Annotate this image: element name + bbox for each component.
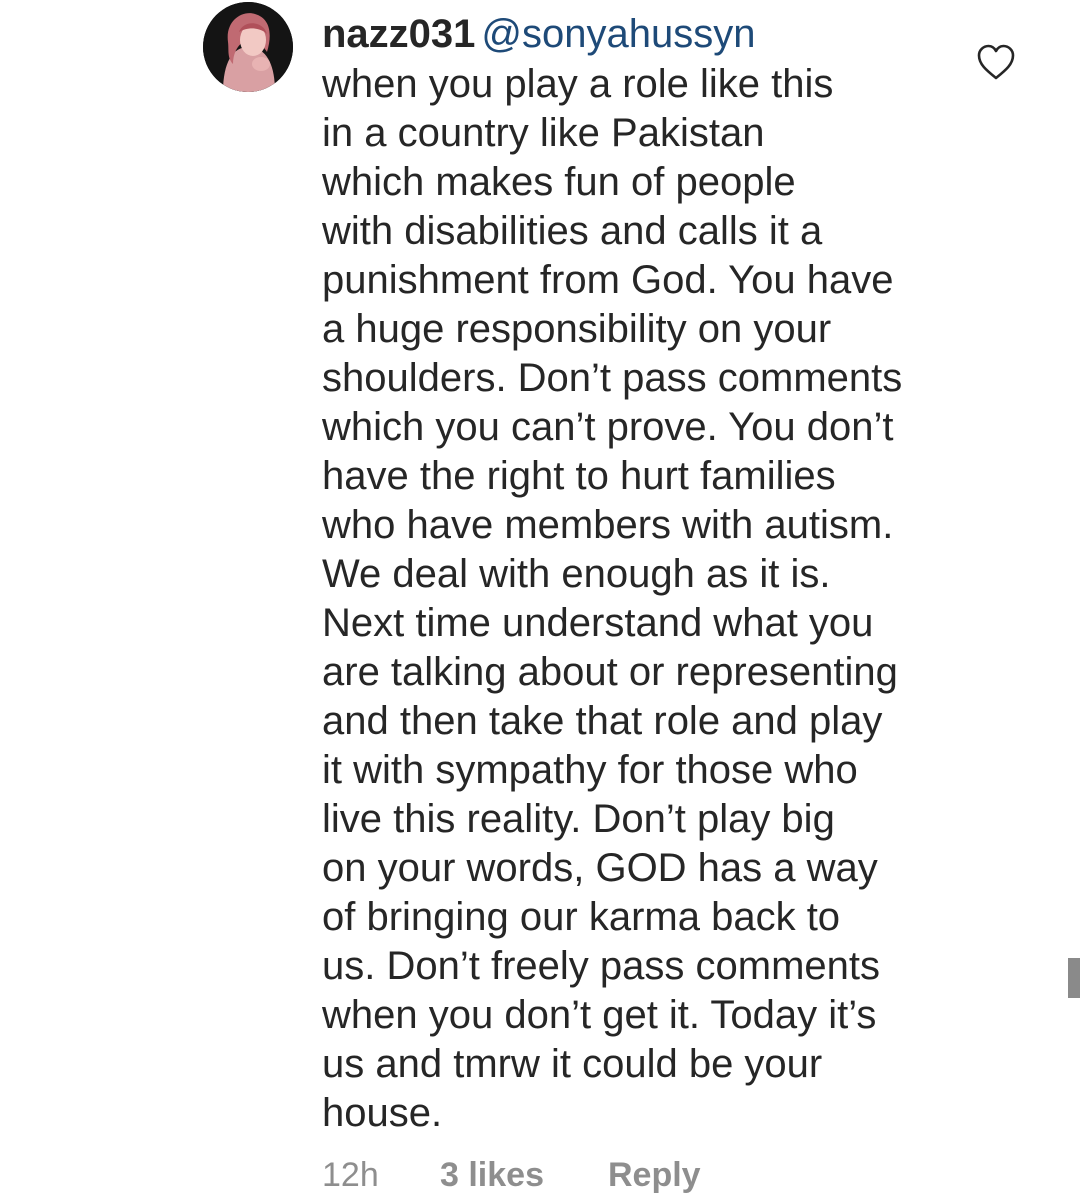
- like-button[interactable]: [976, 43, 1016, 81]
- heart-outline-icon: [977, 44, 1015, 80]
- comment-text-line: it with sympathy for those who: [322, 748, 858, 792]
- comment-text-line: us. Don’t freely pass comments: [322, 944, 880, 988]
- comment-text-line: have the right to hurt families: [322, 454, 836, 498]
- comment-text-line: a huge responsibility on your: [322, 307, 832, 351]
- comment-text-line: on your words, GOD has a way: [322, 846, 878, 890]
- comment-text-line: We deal with enough as it is.: [322, 552, 831, 596]
- comment-text-line: when you don’t get it. Today it’s: [322, 993, 877, 1037]
- likes-count-button[interactable]: 3 likes: [440, 1152, 608, 1198]
- reply-button[interactable]: Reply: [608, 1152, 701, 1198]
- comment-meta: 12h 3 likes Reply: [322, 1152, 701, 1198]
- comment-text-line: shoulders. Don’t pass comments: [322, 356, 903, 400]
- comment-mention[interactable]: @sonyahussyn: [481, 12, 755, 56]
- avatar-image: [203, 2, 293, 92]
- avatar[interactable]: [203, 2, 293, 92]
- comment-text-line: Next time understand what you: [322, 601, 874, 645]
- comment-body: nazz031 @sonyahussyn when you play a role…: [322, 8, 962, 1138]
- comment-username[interactable]: nazz031: [322, 12, 475, 56]
- comment-text-line: with disabilities and calls it a: [322, 209, 823, 253]
- comment-timestamp: 12h: [322, 1156, 379, 1194]
- scrollbar-thumb[interactable]: [1068, 958, 1080, 998]
- comment-text-line: and then take that role and play: [322, 699, 883, 743]
- comment-text-line: who have members with autism.: [322, 503, 894, 547]
- comment-text: when you play a role like this in a count…: [322, 60, 962, 1138]
- comment-text-line: punishment from God. You have: [322, 258, 894, 302]
- comment-text-line: which you can’t prove. You don’t: [322, 405, 894, 449]
- comment-text-line: in a country like Pakistan: [322, 111, 765, 155]
- comment-text-line: live this reality. Don’t play big: [322, 797, 835, 841]
- comment-text-line: which makes fun of people: [322, 160, 796, 204]
- comment-text-line: when you play a role like this: [322, 62, 834, 106]
- comment-text-line: are talking about or representing: [322, 650, 898, 694]
- comment-text-line: us and tmrw it could be your: [322, 1042, 823, 1086]
- comment-header: nazz031 @sonyahussyn: [322, 8, 962, 60]
- comment-text-line: house.: [322, 1091, 443, 1135]
- comment-text-line: of bringing our karma back to: [322, 895, 841, 939]
